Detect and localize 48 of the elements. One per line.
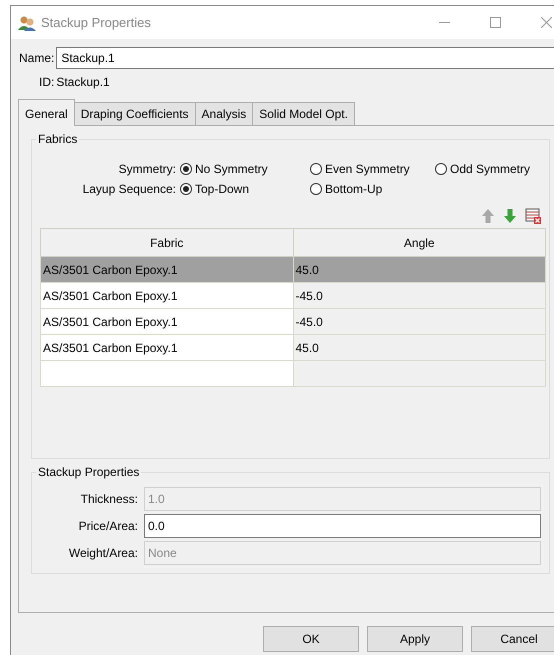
radio-group-label: Layup Sequence:: [82, 182, 177, 196]
radio-group-label: Symmetry:: [118, 162, 177, 176]
close-icon[interactable]: [540, 17, 552, 28]
users-icon: [18, 14, 36, 30]
table-cell[interactable]: -45.0: [293, 282, 546, 308]
id-value: Stackup.1: [56, 75, 111, 89]
field-label: ID:: [38, 75, 54, 89]
radio-label[interactable]: Top-Down: [195, 182, 250, 196]
column-header[interactable]: Fabric: [40, 228, 293, 256]
table-cell[interactable]: AS/3501 Carbon Epoxy.1: [40, 282, 293, 308]
radio-label[interactable]: Even Symmetry: [325, 162, 410, 176]
radio-button[interactable]: [310, 163, 322, 175]
down-arrow-icon[interactable]: [503, 208, 517, 224]
radio-label[interactable]: No Symmetry: [195, 162, 268, 176]
radio-button[interactable]: [435, 163, 447, 175]
radio-button[interactable]: [310, 183, 322, 195]
radio-button[interactable]: [180, 163, 192, 175]
tab[interactable]: General: [18, 99, 75, 126]
maximize-icon[interactable]: [490, 17, 500, 28]
window-title: Stackup Properties: [41, 15, 152, 30]
group-title: Fabrics: [37, 132, 78, 146]
radio-label[interactable]: Bottom-Up: [325, 182, 382, 196]
radio-button[interactable]: [180, 183, 192, 195]
dialog-button[interactable]: Cancel: [471, 626, 554, 652]
radio-label[interactable]: Odd Symmetry: [450, 162, 530, 176]
column-header[interactable]: Angle: [293, 228, 546, 256]
delete-table-icon[interactable]: [525, 208, 541, 224]
dialog-button[interactable]: OK: [263, 626, 359, 652]
table-cell[interactable]: [293, 360, 546, 386]
table-cell[interactable]: AS/3501 Carbon Epoxy.1: [40, 334, 293, 360]
dialog-button[interactable]: Apply: [367, 626, 463, 652]
table-cell[interactable]: -45.0: [293, 308, 546, 334]
field-label: Weight/Area:: [68, 546, 138, 560]
tab[interactable]: Solid Model Opt.: [252, 102, 355, 125]
field-label: Thickness:: [80, 492, 138, 506]
table-cell[interactable]: 45.0: [293, 334, 546, 360]
field-label: Price/Area:: [78, 519, 138, 533]
table-cell[interactable]: AS/3501 Carbon Epoxy.1: [40, 308, 293, 334]
tab[interactable]: Analysis: [194, 102, 254, 125]
tab[interactable]: Draping Coefficients: [74, 102, 196, 125]
table-cell[interactable]: 45.0: [293, 256, 546, 282]
input-field[interactable]: 0.0: [144, 514, 541, 538]
table-cell[interactable]: AS/3501 Carbon Epoxy.1: [40, 256, 293, 282]
minimize-icon[interactable]: [438, 22, 450, 23]
name-field[interactable]: Stackup.1: [56, 47, 554, 69]
group-title: Stackup Properties: [37, 465, 140, 479]
field-label: Name:: [19, 51, 54, 65]
table-cell[interactable]: [40, 360, 293, 386]
